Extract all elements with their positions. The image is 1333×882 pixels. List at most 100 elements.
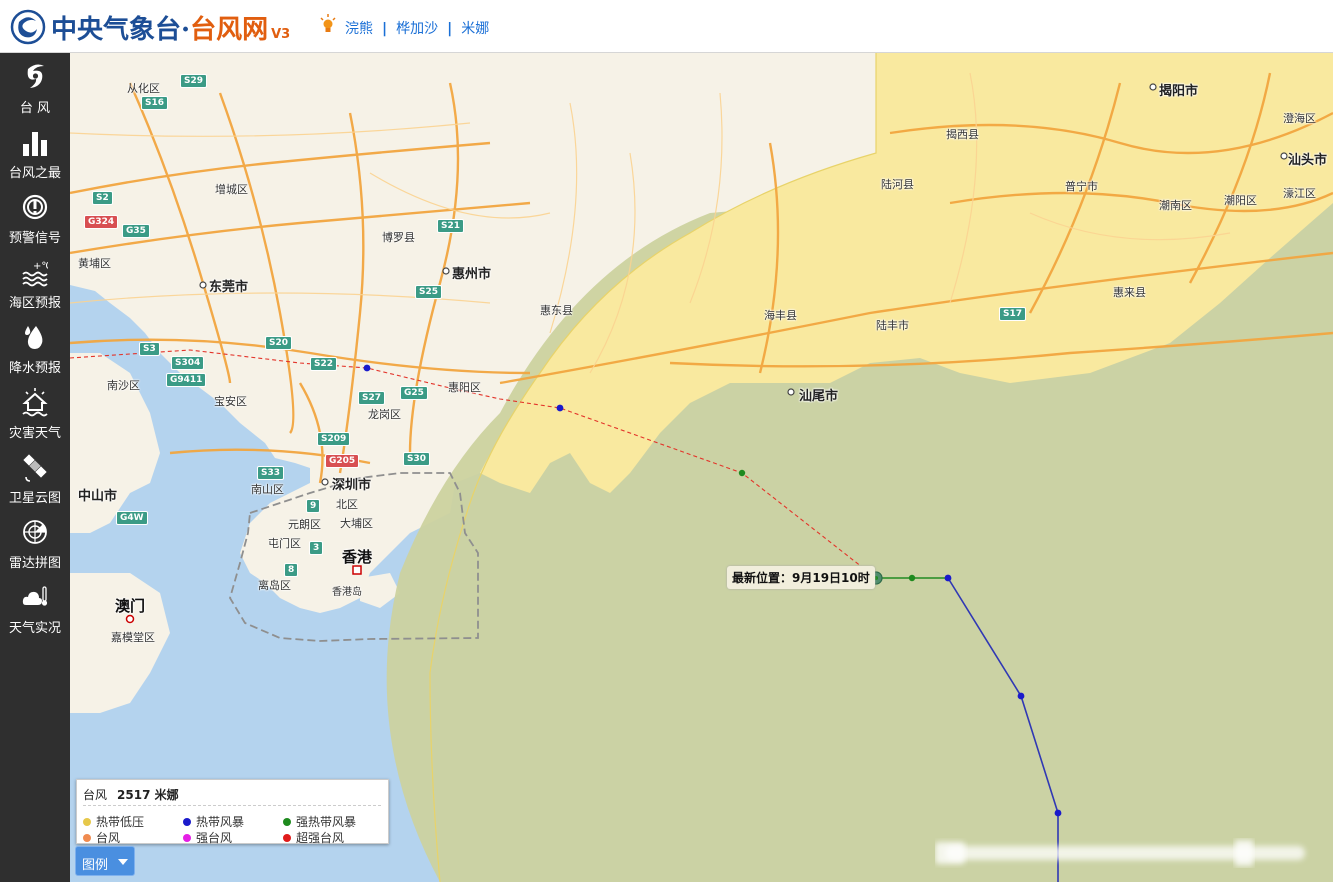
separator: | [447,21,453,37]
warning-signal-icon [22,194,48,220]
storm-id-name: 2517 米娜 [117,788,179,802]
header-bar: 中央气象台·台风网 V3 浣熊 | 桦加沙 | 米娜 [0,0,1333,53]
sidebar-nav: 台 风 台风之最 预警信号 +℃ 海区预报 降水预报 灾害天气 卫星云图 雷达拼… [0,53,70,882]
city-label: 澄海区 [1283,112,1316,125]
city-label: 龙岗区 [368,408,401,421]
city-label: 东莞市 [209,280,249,295]
road-shield: S16 [141,96,169,110]
nmc-logo-icon[interactable] [10,9,46,45]
city-label: 普宁市 [1065,180,1098,193]
road-shield: 8 [284,563,299,577]
latest-position-tooltip: 最新位置：9月19日10时 [727,566,875,589]
city-label: 海丰县 [764,309,797,322]
sidebar-item-sea-forecast[interactable]: +℃ 海区预报 [0,252,70,316]
road-shield: S22 [310,357,338,371]
city-label: 嘉模堂区 [111,631,155,644]
sidebar-item-label: 雷达拼图 [8,556,61,571]
sidebar-item-typhoon[interactable]: 台 风 [0,57,70,121]
city-label: 南山区 [251,483,284,496]
road-shield: S25 [415,285,443,299]
cloud-thermometer-icon [22,586,48,606]
road-shield: S33 [257,466,285,480]
radar-icon [23,520,47,544]
road-shield: G35 [122,224,150,238]
road-shield: S27 [358,391,386,405]
road-shield: S304 [171,356,205,370]
legend-item-sts: 强热带风暴 [283,813,356,830]
city-label: 汕头市 [1288,153,1328,168]
legend-item-td: 热带低压 [83,813,144,830]
legend-divider [83,805,381,806]
city-label: 北区 [336,498,358,511]
sidebar-item-precipitation[interactable]: 降水预报 [0,317,70,381]
city-label: 黄埔区 [78,257,111,270]
city-label: 深圳市 [332,478,372,493]
sidebar-item-label: 预警信号 [8,231,61,246]
road-shield: S20 [265,336,293,350]
road-shield: G324 [84,215,119,229]
rain-drop-icon [25,326,43,349]
sidebar-item-weather-observation[interactable]: 天气实况 [0,577,70,641]
city-label: 大埔区 [340,517,373,530]
city-label: 屯门区 [268,537,301,550]
svg-text:+℃: +℃ [33,261,48,272]
separator: | [382,21,388,37]
sidebar-item-label: 天气实况 [8,621,61,636]
legend-item-ty: 台风 [83,829,120,846]
sidebar-item-warning-signals[interactable]: 预警信号 [0,187,70,251]
bar-chart-icon [23,132,47,156]
sea-temperature-icon: +℃ [22,261,48,287]
sidebar-item-disaster-weather[interactable]: 灾害天气 [0,382,70,446]
road-shield: G4W [116,511,148,525]
city-label: 香港岛 [332,587,362,598]
road-shield: S2 [92,191,113,205]
sidebar-item-label: 卫星云图 [8,491,61,506]
road-shield: S209 [317,432,351,446]
storm-link-mina[interactable]: 米娜 [461,21,489,37]
city-label: 惠来县 [1113,286,1146,299]
road-shield: S17 [999,307,1027,321]
legend-item-super-ty: 超强台风 [283,829,344,846]
city-label: 南沙区 [107,379,140,392]
road-shield: S3 [139,342,160,356]
city-label: 博罗县 [382,231,415,244]
city-label: 澳门 [115,597,146,615]
city-label: 陆丰市 [876,319,909,332]
city-label: 增城区 [215,183,248,196]
road-shield: S29 [180,74,208,88]
blurred-overlay [935,840,1305,866]
city-label: 濠江区 [1283,187,1316,200]
satellite-icon [23,454,47,482]
chevron-down-icon [118,859,128,865]
road-shield: 9 [306,499,321,513]
road-shield: G205 [325,454,360,468]
sidebar-item-label: 台 风 [19,101,51,116]
road-shield: S30 [403,452,431,466]
city-label: 潮南区 [1159,199,1192,212]
disaster-weather-icon [22,388,48,417]
sidebar-item-radar[interactable]: 雷达拼图 [0,512,70,576]
sidebar-item-typhoon-records[interactable]: 台风之最 [0,122,70,186]
road-shield: 3 [309,541,324,555]
legend-toggle-button[interactable]: 图例 [75,846,135,876]
city-label: 潮阳区 [1224,194,1257,207]
city-label: 宝安区 [214,395,247,408]
active-storm-links: 浣熊 | 桦加沙 | 米娜 [345,18,489,38]
storm-link-huajiasha[interactable]: 桦加沙 [396,21,438,37]
city-label: 中山市 [78,489,118,504]
site-title[interactable]: 中央气象台·台风网 V3 [51,9,290,46]
city-label: 离岛区 [258,579,291,592]
typhoon-map[interactable]: 从化区 增城区 黄埔区 东莞市 博罗县 惠州市 惠东县 惠阳区 南沙区 宝安区 … [70,53,1333,882]
city-label: 从化区 [127,82,160,95]
city-label: 元朗区 [288,518,321,531]
road-shield: G25 [400,386,428,400]
sidebar-item-satellite[interactable]: 卫星云图 [0,447,70,511]
storm-link-huanxiong[interactable]: 浣熊 [345,21,373,37]
legend-item-ts: 热带风暴 [183,813,244,830]
city-label: 香港 [342,548,373,566]
city-label: 惠东县 [540,304,573,317]
legend-item-sty: 强台风 [183,829,232,846]
road-shield: G9411 [166,373,207,387]
lightbulb-icon [320,14,336,32]
city-label: 汕尾市 [799,389,839,404]
